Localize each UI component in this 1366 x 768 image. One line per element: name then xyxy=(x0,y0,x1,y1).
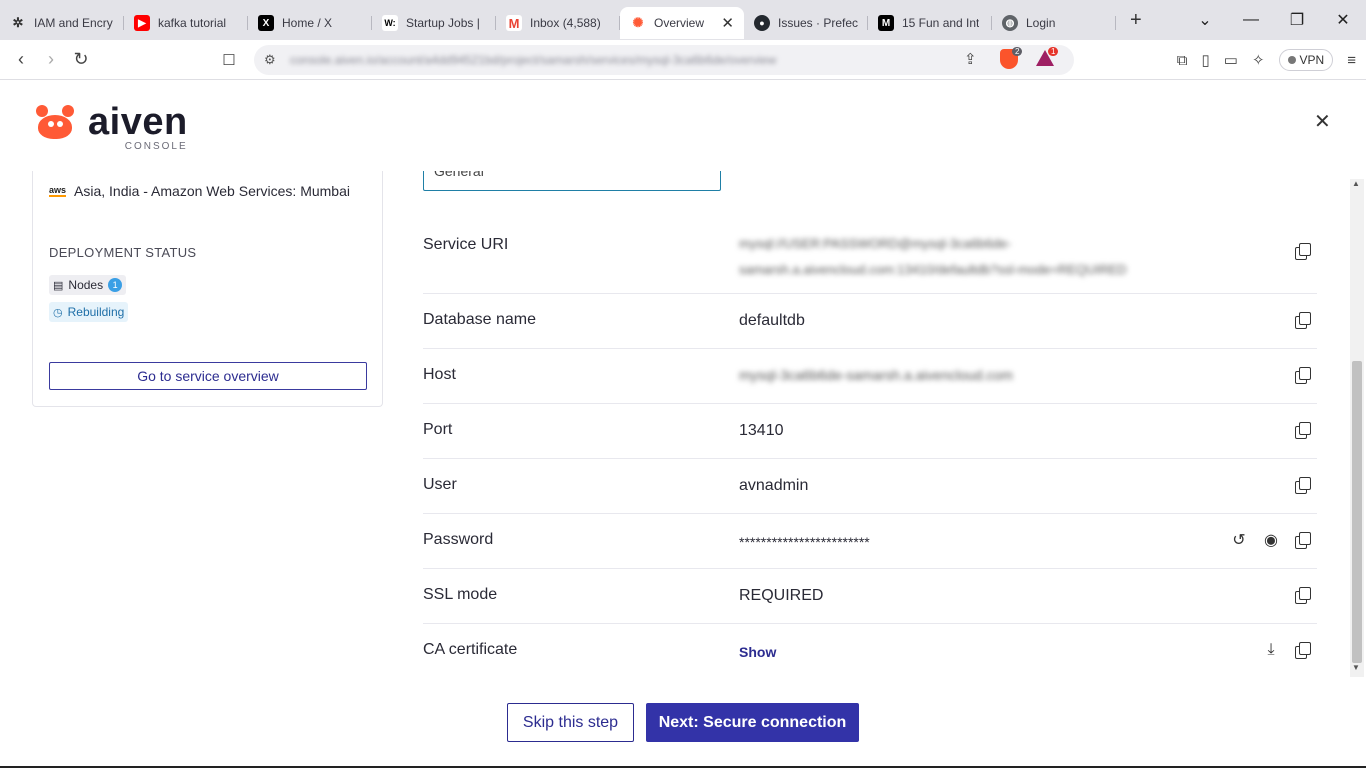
connection-details-list: Service URI mysql://USER:PASSWORD@mysql-… xyxy=(423,219,1317,679)
region-label: Asia, India - Amazon Web Services: Mumba… xyxy=(74,183,350,199)
status-badge: ◷ Rebuilding xyxy=(49,302,129,322)
row-port: Port 13410 xyxy=(423,404,1317,459)
tab-startup-jobs[interactable]: W: Startup Jobs | xyxy=(372,7,496,39)
close-tab-icon[interactable]: ✕ xyxy=(721,14,734,32)
toolbar-right: ⧉ ▯ ▭ ✧ VPN ≡ xyxy=(1177,40,1356,80)
host-value: mysql-3ca6b6de-samarsh.a.aivencloud.com xyxy=(739,367,1013,383)
tab-iam[interactable]: ✲ IAM and Encry xyxy=(0,7,124,39)
close-icon[interactable]: ✕ xyxy=(1314,109,1331,134)
logo-wordmark: aiven xyxy=(88,101,188,143)
tab-kafka-tutorial[interactable]: ▶ kafka tutorial xyxy=(124,7,248,39)
scroll-down-icon[interactable]: ▼ xyxy=(1352,663,1360,672)
window-close-icon[interactable]: ✕ xyxy=(1320,10,1366,30)
row-password: Password ************************ ↺ ◉ xyxy=(423,514,1317,569)
eye-icon[interactable]: ◉ xyxy=(1261,530,1281,550)
row-database-name: Database name defaultdb xyxy=(423,294,1317,349)
skip-this-step-button[interactable]: Skip this step xyxy=(507,703,634,742)
aws-icon: aws xyxy=(49,184,67,197)
reset-password-icon[interactable]: ↺ xyxy=(1229,530,1249,550)
copy-icon[interactable] xyxy=(1293,241,1313,261)
service-summary-card: aws Asia, India - Amazon Web Services: M… xyxy=(32,171,383,407)
gmail-icon: M xyxy=(506,15,522,31)
server-icon: ▤ xyxy=(53,279,64,292)
address-bar[interactable]: ⚙ console.aiven.io/account/a4dd94521bd/p… xyxy=(254,45,1074,75)
next-secure-connection-button[interactable]: Next: Secure connection xyxy=(646,703,859,742)
leo-ai-icon[interactable]: ✧ xyxy=(1252,51,1265,69)
menu-icon[interactable]: ≡ xyxy=(1347,52,1356,69)
database-name-value: defaultdb xyxy=(739,312,805,329)
show-ca-certificate-link[interactable]: Show xyxy=(739,644,776,660)
brave-rewards-badge: 1 xyxy=(1048,47,1059,56)
medium-icon: M xyxy=(878,15,894,31)
copy-icon[interactable] xyxy=(1293,365,1313,385)
x-icon: X xyxy=(258,15,274,31)
ssl-mode-value: REQUIRED xyxy=(739,587,824,604)
password-value: ************************ xyxy=(739,534,870,550)
minimize-icon[interactable]: — xyxy=(1228,11,1274,29)
copy-icon[interactable] xyxy=(1293,310,1313,330)
deployment-status-heading: DEPLOYMENT STATUS xyxy=(49,245,197,260)
copy-icon[interactable] xyxy=(1293,640,1313,660)
tab-x-home[interactable]: X Home / X xyxy=(248,7,372,39)
clock-icon: ◷ xyxy=(53,306,63,319)
copy-icon[interactable] xyxy=(1293,475,1313,495)
aiven-crab-icon xyxy=(32,103,78,143)
browser-toolbar: ‹ › ↻ ☐ ⚙ console.aiven.io/account/a4dd9… xyxy=(0,40,1366,80)
window-controls: ⌄ — ❐ ✕ xyxy=(1182,0,1366,40)
row-host: Host mysql-3ca6b6de-samarsh.a.aivencloud… xyxy=(423,349,1317,404)
forward-icon[interactable]: › xyxy=(36,49,66,70)
wallet-icon[interactable]: ▭ xyxy=(1224,51,1238,69)
new-tab-icon[interactable]: + xyxy=(1130,9,1142,32)
port-value: 13410 xyxy=(739,422,784,439)
row-user: User avnadmin xyxy=(423,459,1317,514)
globe-icon: ◍ xyxy=(1002,15,1018,31)
scroll-up-icon[interactable]: ▲ xyxy=(1352,179,1360,188)
brave-shields-badge: 2 xyxy=(1012,47,1023,56)
wellfound-icon: W: xyxy=(382,15,398,31)
user-value: avnadmin xyxy=(739,477,809,494)
openai-icon: ✲ xyxy=(12,15,24,30)
nodes-badge: ▤ Nodes 1 xyxy=(49,275,127,295)
tab-gmail[interactable]: M Inbox (4,588) xyxy=(496,7,620,39)
tab-github-issues[interactable]: ● Issues · Prefec xyxy=(744,7,868,39)
github-icon: ● xyxy=(754,15,770,31)
download-icon[interactable]: ⤓ xyxy=(1261,640,1281,660)
nodes-count: 1 xyxy=(108,278,123,292)
tab-search-chevron-icon[interactable]: ⌄ xyxy=(1182,10,1228,30)
bookmark-icon[interactable]: ☐ xyxy=(214,51,244,69)
tab-overview[interactable]: ✺ Overview ✕ xyxy=(620,7,744,39)
copy-icon[interactable] xyxy=(1293,530,1313,550)
aiven-console-page: aiven CONSOLE ✕ aws Asia, India - Amazon… xyxy=(0,81,1366,768)
go-to-service-overview-button[interactable]: Go to service overview xyxy=(49,362,367,390)
browser-tab-strip: ✲ IAM and Encry ▶ kafka tutorial X Home … xyxy=(0,0,1366,40)
youtube-icon: ▶ xyxy=(134,15,150,31)
service-region: aws Asia, India - Amazon Web Services: M… xyxy=(49,183,350,199)
connection-type-select[interactable]: General xyxy=(423,171,721,191)
back-icon[interactable]: ‹ xyxy=(6,49,36,70)
share-icon[interactable]: ⇪ xyxy=(964,50,977,68)
copy-icon[interactable] xyxy=(1293,585,1313,605)
site-settings-icon[interactable]: ⚙ xyxy=(264,52,276,68)
aiven-logo: aiven CONSOLE xyxy=(32,103,188,152)
copy-icon[interactable] xyxy=(1293,420,1313,440)
scrollbar-thumb[interactable] xyxy=(1352,361,1362,663)
sidebar-icon[interactable]: ▯ xyxy=(1202,51,1210,69)
url-text: console.aiven.io/account/a4dd94521bd/pro… xyxy=(290,53,777,67)
tab-medium[interactable]: M 15 Fun and Int xyxy=(868,7,992,39)
extensions-icon[interactable]: ⧉ xyxy=(1177,52,1188,69)
row-ssl-mode: SSL mode REQUIRED xyxy=(423,569,1317,624)
row-ca-certificate: CA certificate Show ⤓ xyxy=(423,624,1317,679)
restore-icon[interactable]: ❐ xyxy=(1274,10,1320,30)
vpn-status-icon xyxy=(1287,56,1296,64)
reload-icon[interactable]: ↻ xyxy=(66,49,96,70)
row-service-uri: Service URI mysql://USER:PASSWORD@mysql-… xyxy=(423,219,1317,294)
tab-login[interactable]: ◍ Login xyxy=(992,7,1116,39)
aiven-icon: ✺ xyxy=(630,15,646,31)
vpn-button[interactable]: VPN xyxy=(1278,49,1334,71)
service-uri-value: mysql://USER:PASSWORD@mysql-3ca6b6de-sam… xyxy=(739,236,1127,277)
